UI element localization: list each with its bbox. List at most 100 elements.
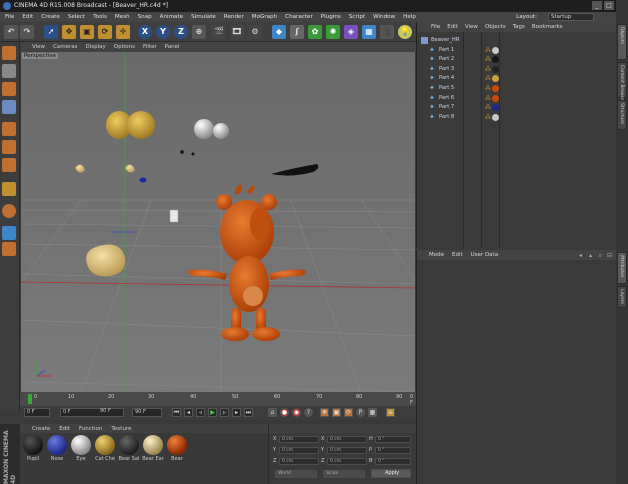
object-row[interactable]: ✦ Part 5 ⁂ [417, 84, 617, 94]
material-menu-texture[interactable]: Texture [111, 426, 131, 432]
redo-icon[interactable]: ↷ [20, 25, 34, 39]
play-icon[interactable]: ▶ [208, 408, 217, 417]
tweak-mode-icon[interactable] [2, 204, 16, 218]
viewport-menu-panel[interactable]: Panel [165, 44, 180, 50]
coord-rot-h[interactable]: 0 ° [375, 436, 411, 443]
playhead-marker[interactable] [28, 394, 32, 404]
record-keys-icon[interactable]: ⌂ [268, 408, 277, 417]
pupil-object[interactable] [180, 150, 184, 154]
coord-rot-b[interactable]: 0 ° [375, 458, 411, 465]
viewport-menu-options[interactable]: Options [114, 44, 135, 50]
move-icon[interactable]: ✥ [62, 25, 76, 39]
points-mode-icon[interactable] [2, 122, 16, 136]
viewport-menu-filter[interactable]: Filter [143, 44, 157, 50]
tab-content-browser[interactable]: Content Browser [617, 62, 627, 103]
undo-icon[interactable]: ↶ [4, 25, 18, 39]
tan-body-object[interactable] [86, 244, 126, 277]
select-arrow-icon[interactable]: ➚ [44, 25, 58, 39]
object-row[interactable]: ✦ Part 7 ⁂ [417, 103, 617, 113]
workplane-lock-icon[interactable] [2, 242, 16, 256]
tab-objects[interactable]: Objects [617, 24, 627, 60]
material-tag-icon[interactable] [492, 94, 499, 102]
layout-select[interactable]: Startup [548, 13, 594, 21]
material-nose[interactable]: Nose [46, 435, 68, 465]
menu-file[interactable]: File [5, 14, 14, 20]
coord-mode-select[interactable]: World [275, 470, 317, 478]
maximize-button[interactable]: □ [604, 1, 614, 10]
menu-create[interactable]: Create [41, 14, 60, 20]
material-menu-create[interactable]: Create [32, 426, 50, 432]
goto-end-icon[interactable]: ⏭ [244, 408, 253, 417]
start-frame-field[interactable]: 0 F [24, 408, 50, 417]
deformer-icon[interactable]: ◈ [344, 25, 358, 39]
menu-simulate[interactable]: Simulate [191, 14, 216, 20]
edges-mode-icon[interactable] [2, 140, 16, 154]
objects-menu-edit[interactable]: Edit [447, 24, 458, 30]
z-axis-lock-icon[interactable]: Z [174, 25, 188, 39]
objects-menu-tags[interactable]: Tags [513, 24, 525, 30]
material-tag-icon[interactable] [492, 65, 499, 73]
key-parameter-icon[interactable]: P [356, 408, 365, 417]
render-view-icon[interactable]: 🎬 [212, 25, 226, 39]
coord-pos-y[interactable]: 0 cm [279, 447, 319, 454]
pupil-object-2[interactable] [191, 152, 195, 156]
array-generator-icon[interactable]: ✺ [326, 25, 340, 39]
objects-menu-view[interactable]: View [465, 24, 478, 30]
search-icon[interactable]: ⌕ [599, 252, 602, 260]
menu-tools[interactable]: Tools [93, 14, 107, 20]
viewport-camera-label[interactable]: Perspective [22, 53, 58, 59]
material-tag-icon[interactable] [492, 104, 499, 112]
eye-object[interactable] [194, 119, 214, 139]
object-row[interactable]: ✦ Part 6 ⁂ [417, 94, 617, 104]
attributes-menu-mode[interactable]: Mode [429, 252, 444, 258]
menu-window[interactable]: Window [373, 14, 395, 20]
menu-mesh[interactable]: Mesh [115, 14, 130, 20]
subdivision-surface-icon[interactable]: ✿ [308, 25, 322, 39]
object-row[interactable]: ✦ Part 1 ⁂ [417, 46, 617, 56]
next-key-icon[interactable]: ▸ [232, 408, 241, 417]
object-row[interactable]: ✦ Part 2 ⁂ [417, 55, 617, 65]
object-row[interactable]: ✦ Part 4 ⁂ [417, 74, 617, 84]
coord-size-z[interactable]: 0 cm [327, 458, 367, 465]
key-scale-icon[interactable]: ▣ [332, 408, 341, 417]
material-tag-icon[interactable] [492, 75, 499, 83]
attributes-menu-edit[interactable]: Edit [452, 252, 463, 258]
viewport-menu-cameras[interactable]: Cameras [53, 44, 77, 50]
material-menu-edit[interactable]: Edit [59, 426, 70, 432]
timeline-window-icon[interactable]: ≡ [386, 408, 395, 417]
lock-icon[interactable]: ⊟ [607, 252, 612, 259]
rotate-icon[interactable]: ⟳ [98, 25, 112, 39]
apply-button[interactable]: Apply [371, 469, 411, 478]
objects-menu-bookmarks[interactable]: Bookmarks [532, 24, 563, 30]
object-row[interactable]: ✦ Part 3 ⁂ [417, 65, 617, 75]
menu-script[interactable]: Script [349, 14, 365, 20]
material-tag-icon[interactable] [492, 113, 499, 121]
record-active-icon[interactable]: ● [280, 408, 289, 417]
cube-primitive-icon[interactable]: ◆ [272, 25, 286, 39]
next-frame-icon[interactable]: ▹ [220, 408, 229, 417]
viewport-menu-display[interactable]: Display [86, 44, 106, 50]
material-menu-function[interactable]: Function [79, 426, 102, 432]
x-axis-lock-icon[interactable]: X [138, 25, 152, 39]
eye-object-2[interactable] [213, 123, 229, 139]
scale-icon[interactable]: ▣ [80, 25, 94, 39]
key-position-icon[interactable]: ✥ [320, 408, 329, 417]
spline-pen-icon[interactable]: ʃ [290, 25, 304, 39]
coord-size-x[interactable]: 0 cm [327, 436, 367, 443]
render-picture-viewer-icon[interactable]: 🎞 [230, 25, 244, 39]
material-pupil[interactable]: Pupil [22, 435, 44, 465]
viewport-menu-view[interactable]: View [32, 44, 45, 50]
material-bear-ear[interactable]: Bear Ear [142, 435, 164, 465]
timeline-ruler[interactable]: 0 10 20 30 40 50 60 70 80 90 0 F [20, 392, 416, 406]
coordinate-system-icon[interactable]: ⊕ [192, 25, 206, 39]
perspective-viewport[interactable]: Perspective [21, 52, 415, 392]
material-cat-che[interactable]: Cat Che [94, 435, 116, 465]
menu-character[interactable]: Character [285, 14, 313, 20]
autokey-icon[interactable]: ◉ [292, 408, 301, 417]
objects-menu-objects[interactable]: Objects [485, 24, 506, 30]
material-bear[interactable]: Bear [166, 435, 188, 465]
floor-icon[interactable]: ▦ [362, 25, 376, 39]
cylinder-object[interactable] [169, 209, 179, 223]
back-arrow-icon[interactable]: ◂ [579, 252, 582, 259]
keyframe-selection-icon[interactable]: ? [304, 408, 313, 417]
